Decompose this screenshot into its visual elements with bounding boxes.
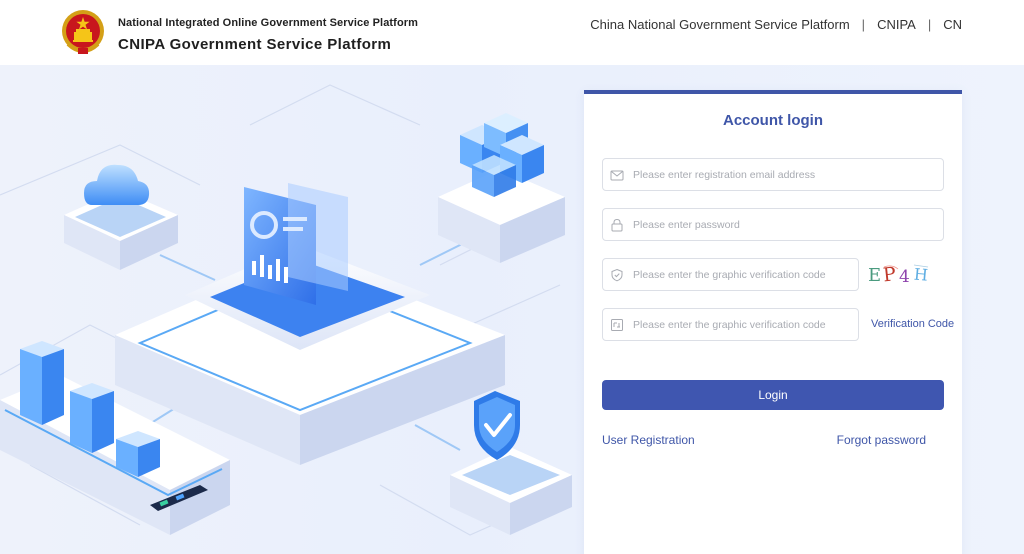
password-field[interactable] bbox=[602, 208, 944, 241]
login-button[interactable]: Login bbox=[602, 380, 944, 410]
nav-separator: | bbox=[927, 17, 932, 32]
nav-link-national-platform[interactable]: China National Government Service Platfo… bbox=[590, 17, 849, 32]
email-input[interactable] bbox=[633, 168, 943, 181]
code-input[interactable] bbox=[633, 318, 858, 331]
login-title: Account login bbox=[723, 112, 823, 129]
email-icon bbox=[610, 170, 624, 180]
platform-title: CNIPA Government Service Platform bbox=[118, 36, 392, 53]
captcha-char-3: 4 bbox=[899, 267, 910, 286]
platform-subtitle: National Integrated Online Government Se… bbox=[118, 17, 419, 29]
dashboard-icon bbox=[244, 183, 348, 305]
forgot-password-link[interactable]: Forgot password bbox=[837, 433, 926, 447]
verification-icon bbox=[611, 318, 623, 331]
captcha-image[interactable]: E P 4 H bbox=[868, 262, 932, 286]
header: National Integrated Online Government Se… bbox=[0, 0, 1024, 65]
nav-link-language[interactable]: CN bbox=[943, 17, 962, 32]
national-emblem-icon bbox=[62, 10, 104, 54]
cloud-icon bbox=[84, 164, 150, 205]
nav-separator: | bbox=[861, 17, 866, 32]
captcha-char-4: H bbox=[913, 265, 929, 285]
send-verification-code-link[interactable]: Verification Code bbox=[871, 318, 954, 330]
password-input[interactable] bbox=[633, 218, 943, 231]
code-field[interactable] bbox=[602, 308, 859, 341]
shield-icon bbox=[611, 268, 623, 281]
user-registration-link[interactable]: User Registration bbox=[602, 433, 695, 447]
login-panel: Account login E P 4 bbox=[584, 90, 962, 554]
lock-icon bbox=[611, 218, 623, 231]
captcha-field[interactable] bbox=[602, 258, 859, 291]
captcha-input[interactable] bbox=[633, 268, 858, 281]
platform-illustration bbox=[0, 84, 572, 536]
captcha-char-1: E bbox=[868, 265, 881, 286]
main-stage: Account login E P 4 bbox=[0, 65, 1024, 554]
top-nav: China National Government Service Platfo… bbox=[590, 17, 962, 32]
email-field[interactable] bbox=[602, 158, 944, 191]
nav-link-cnipa[interactable]: CNIPA bbox=[877, 17, 916, 32]
